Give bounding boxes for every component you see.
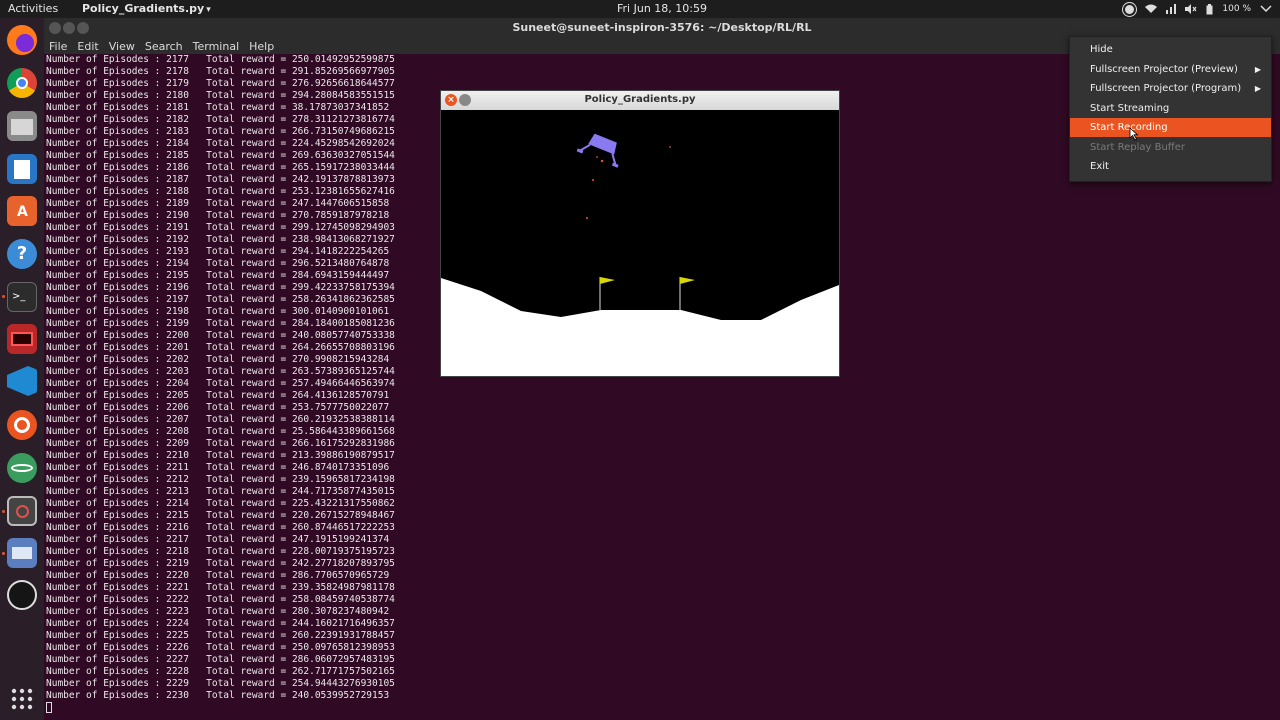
obs-app-icon[interactable] — [7, 496, 37, 526]
menu-item-label: Start Streaming — [1090, 102, 1170, 114]
terminal-line: Number of Episodes : 2219 Total reward =… — [46, 558, 395, 569]
obs-tray-context-menu: Hide Fullscreen Projector (Preview) ▶ Fulls… — [1069, 36, 1272, 182]
terminal-icon[interactable]: >_ — [7, 282, 37, 312]
terminal-line: Number of Episodes : 2207 Total reward =… — [46, 414, 395, 425]
terminal-menu-help[interactable]: Help — [249, 40, 274, 53]
top-panel: Activities Policy_Gradients.py ▾ Fri Jun … — [0, 0, 1280, 18]
network-icon — [1166, 4, 1177, 14]
game-window[interactable]: × Policy_Gradients.py — [440, 90, 840, 377]
terminal-titlebar[interactable]: Suneet@suneet-inspiron-3576: ~/Desktop/R… — [44, 18, 1280, 38]
terminal-line: Number of Episodes : 2224 Total reward =… — [46, 618, 395, 629]
dock: A ? >_ — [0, 18, 44, 720]
menu-item-hide[interactable]: Hide — [1070, 40, 1271, 59]
atom-icon[interactable] — [7, 453, 37, 483]
wifi-icon — [1145, 4, 1158, 13]
terminal-line: Number of Episodes : 2220 Total reward =… — [46, 570, 390, 581]
menu-item-start-recording[interactable]: Start Recording — [1070, 118, 1271, 137]
power-menu-icon[interactable] — [1260, 5, 1272, 13]
volume-muted-icon — [1185, 4, 1197, 14]
terminal-line: Number of Episodes : 2206 Total reward =… — [46, 402, 390, 413]
menu-item-start-replay-buffer: Start Replay Buffer — [1070, 138, 1271, 157]
terminal-line: Number of Episodes : 2223 Total reward =… — [46, 606, 390, 617]
terminal-menu-file[interactable]: File — [49, 40, 67, 53]
running-indicator — [2, 552, 5, 555]
chevron-down-icon: ▾ — [206, 5, 211, 15]
terminal-menu-edit[interactable]: Edit — [77, 40, 98, 53]
terminal-prompt[interactable] — [46, 702, 1280, 714]
menu-item-start-streaming[interactable]: Start Streaming — [1070, 99, 1271, 118]
game-window-titlebar[interactable]: × Policy_Gradients.py — [441, 91, 839, 110]
obs-tray-icon[interactable] — [1123, 2, 1137, 16]
terminal-line: Number of Episodes : 2209 Total reward =… — [46, 438, 395, 449]
menu-item-label: Fullscreen Projector (Program) — [1090, 83, 1242, 94]
terminal-line: Number of Episodes : 2230 Total reward =… — [46, 690, 390, 701]
ubuntu-icon[interactable] — [7, 410, 37, 440]
mouse-pointer-icon — [1129, 127, 1139, 141]
terminal-line: Number of Episodes : 2208 Total reward =… — [46, 426, 395, 437]
libreoffice-writer-icon[interactable] — [7, 154, 37, 184]
terminal-line: Number of Episodes : 2225 Total reward =… — [46, 630, 395, 641]
vscode-icon[interactable] — [7, 366, 37, 396]
activities-button[interactable]: Activities — [8, 2, 58, 15]
app-grid-dots — [11, 688, 33, 710]
terminal-line: Number of Episodes : 2222 Total reward =… — [46, 594, 395, 605]
running-indicator — [2, 295, 5, 298]
terminal-line: Number of Episodes : 2217 Total reward =… — [46, 534, 390, 545]
terminal-line: Number of Episodes : 2227 Total reward =… — [46, 654, 395, 665]
running-indicator — [2, 510, 5, 513]
screen-recorder-icon[interactable] — [7, 324, 37, 354]
terminal-title: Suneet@suneet-inspiron-3576: ~/Desktop/R… — [512, 21, 812, 34]
terminal-line: Number of Episodes : 2215 Total reward =… — [46, 510, 395, 521]
menu-item-label: Hide — [1090, 44, 1113, 55]
submenu-arrow-icon: ▶ — [1254, 84, 1261, 93]
menu-item-label: Fullscreen Projector (Preview) — [1090, 63, 1238, 75]
terminal-line: Number of Episodes : 2211 Total reward =… — [46, 462, 390, 473]
menu-item-exit[interactable]: Exit — [1070, 157, 1271, 176]
system-monitor-icon[interactable] — [7, 538, 37, 568]
terminal-menu-search[interactable]: Search — [145, 40, 183, 53]
menu-item-label: Exit — [1090, 161, 1109, 172]
battery-percentage: 100 % — [1222, 4, 1251, 14]
terminal-line: Number of Episodes : 2205 Total reward =… — [46, 390, 390, 401]
terminal-line: Number of Episodes : 2210 Total reward =… — [46, 450, 395, 461]
terminal-line: Number of Episodes : 2204 Total reward =… — [46, 378, 395, 389]
terminal-line: Number of Episodes : 2214 Total reward =… — [46, 498, 395, 509]
terminal-line: Number of Episodes : 2221 Total reward =… — [46, 582, 395, 593]
terminal-line: Number of Episodes : 2226 Total reward =… — [46, 642, 395, 653]
terminal-line: Number of Episodes : 2228 Total reward =… — [46, 666, 395, 677]
terminal-menu-view[interactable]: View — [109, 40, 135, 53]
clock[interactable]: Fri Jun 18, 10:59 — [600, 2, 724, 15]
app-grid-icon[interactable] — [7, 684, 37, 714]
menu-item-fullscreen-projector-program[interactable]: Fullscreen Projector (Program) ▶ — [1070, 79, 1271, 98]
game-window-title: Policy_Gradients.py — [584, 94, 696, 105]
chrome-icon[interactable] — [7, 68, 37, 98]
terminal-line: Number of Episodes : 2218 Total reward =… — [46, 546, 395, 557]
software-center-icon[interactable]: A — [7, 196, 37, 226]
menu-item-fullscreen-projector-preview[interactable]: Fullscreen Projector (Preview) ▶ — [1070, 60, 1271, 79]
obs-studio-icon[interactable] — [7, 580, 37, 610]
terminal-line: Number of Episodes : 2216 Total reward =… — [46, 522, 395, 533]
app-menu[interactable]: Policy_Gradients.py ▾ — [82, 2, 211, 15]
terminal-line: Number of Episodes : 2213 Total reward =… — [46, 486, 395, 497]
menu-item-label: Start Replay Buffer — [1090, 141, 1185, 153]
terminal-menu-terminal[interactable]: Terminal — [193, 40, 240, 53]
help-icon[interactable]: ? — [7, 239, 37, 269]
terminal-line: Number of Episodes : 2229 Total reward =… — [46, 678, 395, 689]
terminal-line: Number of Episodes : 2212 Total reward =… — [46, 474, 395, 485]
firefox-icon[interactable] — [7, 25, 37, 55]
files-icon[interactable] — [7, 111, 37, 141]
lunar-lander-canvas — [441, 110, 839, 376]
submenu-arrow-icon: ▶ — [1254, 64, 1261, 74]
system-tray[interactable]: 100 % — [1123, 2, 1272, 16]
battery-icon — [1206, 3, 1213, 14]
text-cursor — [46, 702, 52, 713]
app-menu-label: Policy_Gradients.py — [82, 2, 205, 15]
